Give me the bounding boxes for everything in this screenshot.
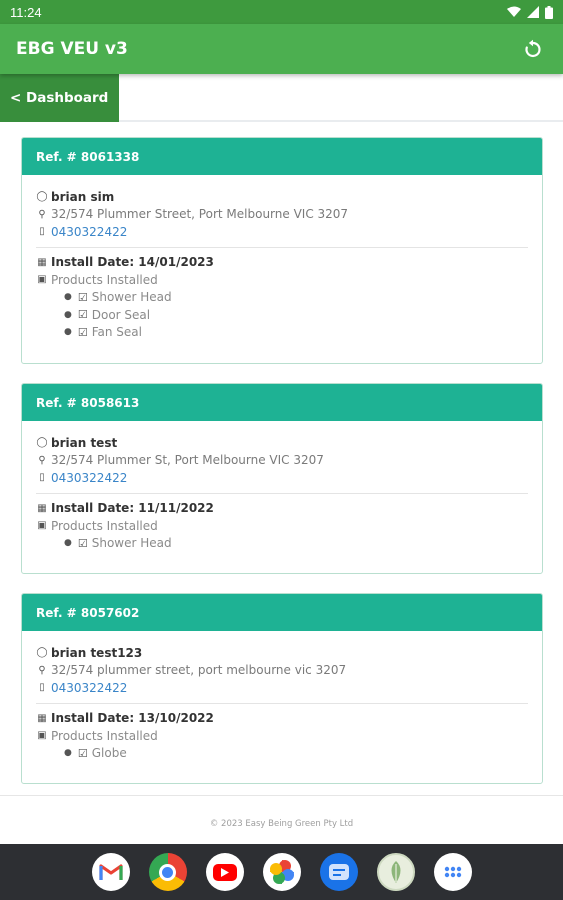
customer-phone-link[interactable]: 0430322422 [51, 681, 127, 695]
product-item: ● ☑ Shower Head [64, 290, 172, 305]
status-bar: 11:24 [0, 0, 563, 24]
install-date: Install Date: 13/10/2022 [51, 711, 214, 726]
customer-phone-link[interactable]: 0430322422 [51, 471, 127, 485]
checkbox-checked-icon: ☑ [77, 308, 88, 322]
products-installed-label: Products Installed [51, 728, 158, 743]
gift-icon: ▣ [37, 730, 47, 742]
checkbox-checked-icon: ☑ [77, 536, 88, 550]
user-icon: ◯ [36, 191, 48, 203]
mobile-phone-icon: ▯ [39, 472, 45, 484]
battery-icon [545, 5, 553, 19]
customer-name: brian test123 [51, 645, 143, 660]
checkbox-checked-icon: ☑ [77, 325, 88, 339]
footer-divider [0, 795, 563, 796]
app-drawer-icon[interactable] [433, 853, 472, 891]
products-installed-label: Products Installed [51, 518, 158, 533]
app-title: EBG VEU v3 [16, 39, 128, 59]
divider [36, 246, 528, 248]
divider [36, 702, 528, 704]
job-ref-header: Ref. # 8061338 [22, 138, 542, 175]
job-card: Ref. # 8061338 ◯ brian sim ⚲ 32/574 Plumme… [21, 137, 543, 364]
calendar-icon: ▦ [37, 712, 47, 724]
app-dock [0, 844, 563, 900]
photos-icon[interactable] [262, 853, 301, 891]
status-time: 11:24 [10, 4, 42, 20]
app-leaf-icon[interactable] [376, 853, 415, 891]
job-ref-header: Ref. # 8057602 [22, 594, 542, 631]
map-marker-icon: ⚲ [38, 208, 46, 220]
map-marker-icon: ⚲ [38, 454, 46, 466]
customer-address: 32/574 plummer street, port melbourne vi… [51, 663, 347, 678]
calendar-icon: ▦ [37, 502, 47, 514]
product-item: ● ☑ Globe [64, 746, 127, 761]
gmail-icon[interactable] [91, 853, 130, 891]
customer-phone-link[interactable]: 0430322422 [51, 225, 127, 239]
checkbox-checked-icon: ☑ [77, 290, 88, 304]
job-card: Ref. # 8057602 ◯ brian test123 ⚲ 32/574 pl… [21, 593, 543, 784]
job-card: Ref. # 8058613 ◯ brian test ⚲ 32/574 Plumm… [21, 383, 543, 574]
gift-icon: ▣ [37, 520, 47, 532]
user-icon: ◯ [36, 647, 48, 659]
copyright-text: © 2023 Easy Being Green Pty Ltd [209, 819, 354, 829]
customer-name: brian sim [51, 189, 115, 204]
app-bar: EBG VEU v3 [0, 24, 563, 74]
customer-address: 32/574 Plummer St, Port Melbourne VIC 32… [51, 453, 324, 468]
status-icons [507, 5, 553, 19]
calendar-icon: ▦ [37, 256, 47, 268]
product-item: ● ☑ Fan Seal [64, 325, 142, 340]
mobile-phone-icon: ▯ [39, 226, 45, 238]
wifi-icon [507, 6, 521, 17]
gift-icon: ▣ [37, 274, 47, 286]
refresh-icon [525, 39, 541, 58]
messages-icon[interactable] [319, 853, 358, 891]
products-installed-label: Products Installed [51, 272, 158, 287]
customer-address: 32/574 Plummer Street, Port Melbourne VI… [51, 207, 349, 222]
sub-nav-bar: < Dashboard [0, 74, 563, 122]
mobile-phone-icon: ▯ [39, 682, 45, 694]
youtube-icon[interactable] [205, 853, 244, 891]
product-item: ● ☑ Shower Head [64, 536, 172, 551]
install-date: Install Date: 14/01/2023 [51, 255, 214, 270]
back-to-dashboard-button[interactable]: < Dashboard [0, 74, 119, 122]
chrome-icon[interactable] [148, 853, 187, 891]
product-item: ● ☑ Door Seal [64, 307, 151, 322]
refresh-button[interactable] [519, 35, 547, 63]
job-ref-header: Ref. # 8058613 [22, 384, 542, 421]
signal-icon [527, 6, 539, 18]
map-marker-icon: ⚲ [38, 664, 46, 676]
checkbox-checked-icon: ☑ [77, 746, 88, 760]
customer-name: brian test [51, 435, 118, 450]
divider [36, 492, 528, 494]
install-date: Install Date: 11/11/2022 [51, 501, 214, 516]
user-icon: ◯ [36, 437, 48, 449]
